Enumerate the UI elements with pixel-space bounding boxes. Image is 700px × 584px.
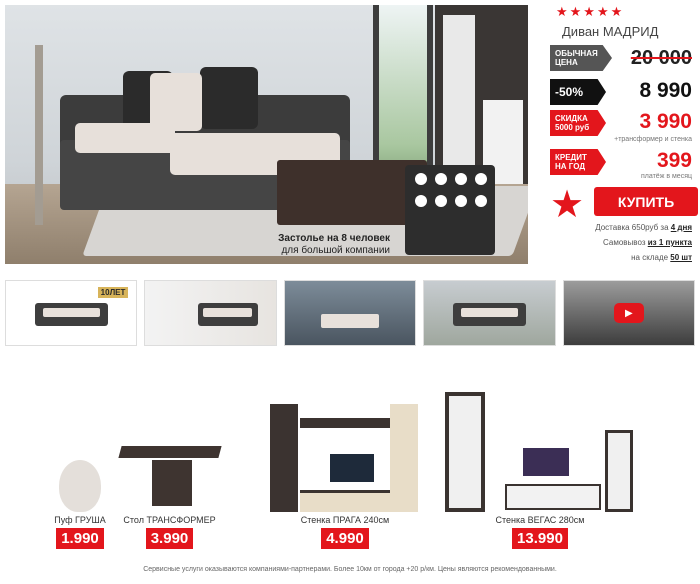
related-product-2[interactable]: Стол ТРАНСФОРМЕР 3.990 — [112, 430, 227, 549]
product-title: Диван МАДРИД — [562, 24, 659, 39]
regular-price-label: ОБЫЧНАЯ — [555, 49, 598, 58]
bundle-label-2: 5000 руб — [555, 123, 590, 132]
bundle-price: 3 990 — [639, 110, 692, 133]
hero-decor-branches — [35, 45, 43, 225]
regular-price-tag: ОБЫЧНАЯ ЦЕНА — [550, 45, 612, 71]
thumbnail-1[interactable]: 10ЛЕТ — [5, 280, 138, 346]
hero-image[interactable]: Застолье на 8 человек для большой компан… — [5, 5, 528, 264]
old-price: 20 000 — [630, 47, 692, 69]
thumbnail-4[interactable] — [423, 280, 556, 346]
credit-note: платёж в месяц — [640, 173, 692, 180]
product-price: 3.990 — [145, 528, 194, 549]
product-name: Стол ТРАНСФОРМЕР — [123, 515, 216, 525]
product-price: 1.990 — [56, 528, 104, 549]
related-product-1[interactable]: Пуф ГРУША 1.990 — [45, 460, 115, 549]
credit-tag: КРЕДИТ НА ГОД — [550, 149, 606, 175]
delivery-info: Доставка 650руб за 4 дня — [595, 223, 692, 232]
pickup-info: Самовывоз из 1 пункта — [603, 238, 692, 247]
table-chairs-illustration — [405, 165, 495, 255]
thumb-bed — [321, 314, 379, 329]
price-panel: ★★★★★ Диван МАДРИД ОБЫЧНАЯ ЦЕНА 20 000 -… — [540, 0, 700, 270]
thumbnail-gallery: 10ЛЕТ ▶ — [5, 280, 696, 346]
stock-info: на складе 50 шт — [631, 253, 692, 262]
table-image — [117, 430, 222, 512]
thumb-cushion — [42, 307, 100, 317]
bundle-label: СКИДКА — [555, 114, 588, 123]
bundle-tag: СКИДКА 5000 руб — [550, 110, 606, 136]
credit-label: КРЕДИТ — [555, 153, 587, 162]
stock-count-link[interactable]: 50 шт — [670, 253, 692, 262]
product-name: Пуф ГРУША — [54, 515, 106, 525]
product-price: 4.990 — [321, 528, 369, 549]
delivery-days-link[interactable]: 4 дня — [671, 223, 692, 232]
stock-text: на складе — [631, 253, 671, 262]
thumbnail-2[interactable] — [144, 280, 277, 346]
product-name: Стенка ВЕГАС 280см — [495, 515, 585, 525]
play-icon[interactable]: ▶ — [613, 303, 644, 323]
thumbnail-3[interactable] — [283, 280, 417, 346]
credit-label-2: НА ГОД — [555, 162, 586, 171]
favorite-star-icon[interactable]: ★ — [550, 186, 584, 224]
regular-price-label-2: ЦЕНА — [555, 58, 578, 67]
sofa-pillow — [200, 67, 258, 129]
credit-price: 399 — [656, 149, 692, 172]
thumb-cushion — [202, 307, 253, 317]
pouf-image — [59, 460, 101, 512]
discount-tag: -50% — [550, 79, 606, 105]
buy-button[interactable]: КУПИТЬ — [594, 187, 698, 216]
current-price: 8 990 — [639, 79, 692, 102]
bundle-note: +трансформер и стенка — [614, 136, 692, 143]
sofa-roll-cushion — [75, 123, 175, 153]
related-products: Пуф ГРУША 1.990 Стол ТРАНСФОРМЕР 3.990 С… — [0, 380, 700, 550]
delivery-text: Доставка 650руб за — [595, 223, 671, 232]
product-price: 13.990 — [512, 528, 568, 549]
pickup-text: Самовывоз — [603, 238, 648, 247]
related-product-3[interactable]: Стенка ПРАГА 240см 4.990 — [265, 398, 425, 549]
product-name: Стенка ПРАГА 240см — [300, 515, 390, 525]
warranty-badge: 10ЛЕТ — [97, 287, 129, 298]
wall-unit-vegas-image — [445, 390, 635, 512]
footer-disclaimer: Сервисные услуги оказываются компаниями-… — [143, 566, 557, 573]
rating-stars-icon: ★★★★★ — [556, 4, 625, 19]
related-product-4[interactable]: Стенка ВЕГАС 280см 13.990 — [440, 390, 640, 549]
thumbnail-video[interactable]: ▶ — [562, 280, 696, 346]
hero-caption: Застолье на 8 человек для большой компан… — [265, 233, 390, 257]
wall-unit-prague-image — [270, 398, 420, 512]
pickup-points-link[interactable]: из 1 пункта — [648, 238, 692, 247]
discount-label: -50% — [555, 84, 584, 99]
hero-caption-line2: для большой компании — [281, 245, 390, 256]
thumb-cushion — [460, 307, 519, 317]
hero-caption-line1: Застолье на 8 человек — [278, 233, 390, 244]
